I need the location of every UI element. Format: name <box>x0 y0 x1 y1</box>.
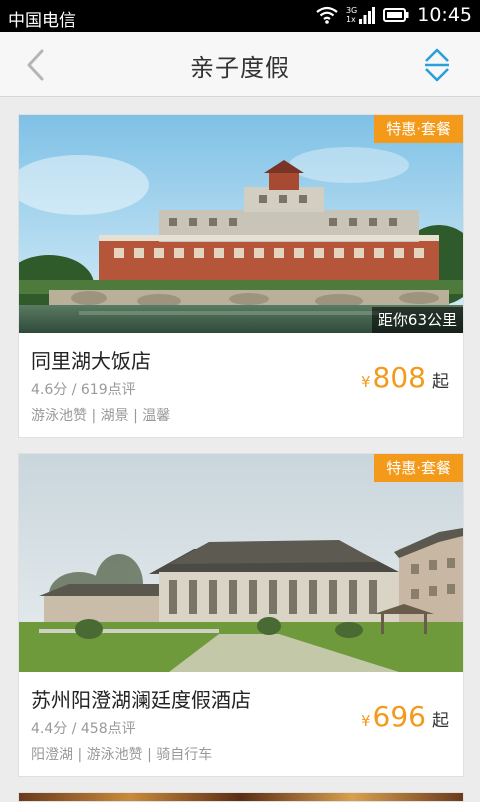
hotel-photo: 特惠·套餐 距你63公里 <box>19 115 463 333</box>
hotel-card[interactable]: 特惠·套餐 苏州阳澄湖澜廷度假酒店 4.4分 / 458点评 阳澄湖 | 游泳池… <box>18 453 464 777</box>
hotel-price: ¥ 808 起 <box>361 361 449 394</box>
wifi-icon <box>316 6 338 24</box>
signal-bars-icon <box>359 7 376 24</box>
battery-icon <box>383 8 409 22</box>
price-suffix: 起 <box>432 711 449 731</box>
nav-bar: 亲子度假 <box>0 32 480 97</box>
price-amount: 696 <box>372 700 426 733</box>
hotel-name: 苏州阳澄湖澜廷度假酒店 <box>31 688 251 712</box>
hotel-price: ¥ 696 起 <box>361 700 449 733</box>
page-title: 亲子度假 <box>190 54 290 82</box>
hotel-tags: 游泳池赞 | 湖景 | 温馨 <box>31 408 171 424</box>
hotel-card-partial[interactable] <box>18 792 464 802</box>
currency-symbol: ¥ <box>361 712 371 730</box>
hotel-rating: 4.6分 / 619点评 <box>31 382 136 398</box>
network-type-top: 3G <box>345 6 358 15</box>
hotel-rating: 4.4分 / 458点评 <box>31 721 136 737</box>
network-type-bottom: 1x <box>345 15 356 24</box>
hotel-photo: 特惠·套餐 <box>19 454 463 672</box>
carrier-label: 中国电信 <box>8 11 76 31</box>
price-amount: 808 <box>372 361 426 394</box>
clock: 10:45 <box>417 4 472 26</box>
promo-badge: 特惠·套餐 <box>374 454 463 482</box>
promo-badge: 特惠·套餐 <box>374 115 463 143</box>
distance-label: 距你63公里 <box>371 307 463 333</box>
signal-indicator: 3G 1x <box>345 6 376 24</box>
hotel-tags: 阳澄湖 | 游泳池赞 | 骑自行车 <box>31 747 213 763</box>
sort-icon[interactable] <box>422 46 452 84</box>
hotel-name: 同里湖大饭店 <box>31 349 151 373</box>
hotel-card[interactable]: 特惠·套餐 距你63公里 同里湖大饭店 4.6分 / 619点评 游泳池赞 | … <box>18 114 464 438</box>
price-suffix: 起 <box>432 372 449 392</box>
currency-symbol: ¥ <box>361 373 371 391</box>
status-bar: 中国电信 3G 1x 10:45 <box>0 0 480 32</box>
